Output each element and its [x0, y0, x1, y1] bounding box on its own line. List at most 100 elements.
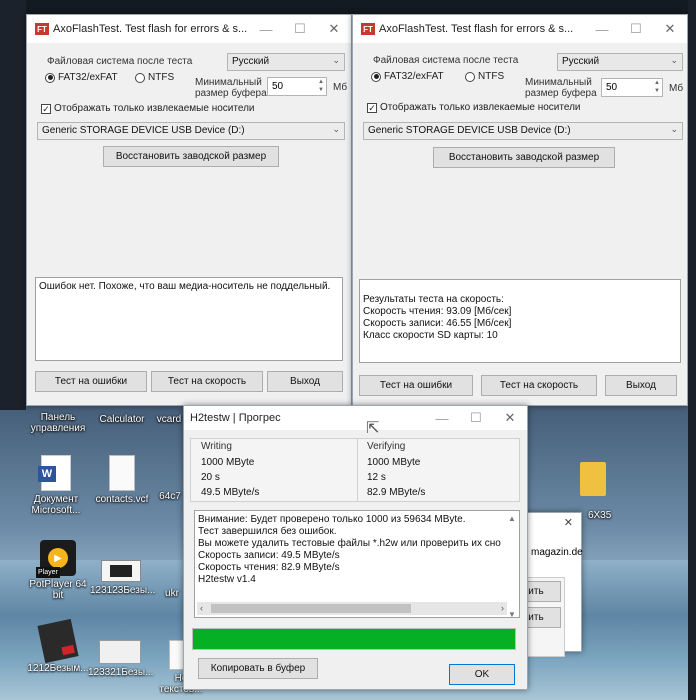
desktop-icon-contacts[interactable]: contacts.vcf [92, 455, 152, 505]
desktop-icon-image-1212[interactable]: 1212Безым... [26, 618, 90, 674]
device-value: Generic STORAGE DEVICE USB Device (D:) [42, 125, 245, 136]
h2testw-window[interactable]: H2testw | Прогрес — ☐ ✕ Writing 1000 MBy… [183, 405, 528, 690]
radio-label: FAT32/exFAT [384, 71, 444, 82]
buffer-value: 50 [606, 82, 618, 93]
desktop-icon-panel[interactable]: Панель управления [28, 412, 88, 434]
desktop-icon-64c7[interactable]: 64c7 [155, 491, 185, 502]
result-log: Результаты теста на скорость: Скорость ч… [359, 279, 681, 363]
radio-checked-icon [45, 72, 55, 83]
desktop-icon-label: PotPlayer 64 bit [29, 579, 87, 601]
folder-icon [580, 462, 606, 496]
test-speed-button[interactable]: Тест на скорость [481, 375, 597, 396]
chevron-down-icon: ⌄ [332, 55, 340, 65]
ok-button[interactable]: OK [449, 664, 515, 685]
radio-label: NTFS [478, 71, 505, 82]
h2testw-log: Внимание: Будет проверено только 1000 из… [194, 510, 520, 618]
mouse-cursor-icon: ⇱ [366, 420, 380, 437]
checkmark-icon: ✓ [41, 103, 51, 114]
radio-ntfs[interactable]: NTFS [135, 72, 174, 83]
minimize-icon[interactable]: — [425, 404, 459, 432]
desktop-icon-image-123123[interactable]: 123123Безы... [90, 560, 156, 596]
restore-size-button[interactable]: Восстановить заводской размер [433, 147, 615, 168]
maximize-icon[interactable]: ☐ [459, 404, 493, 432]
vertical-scrollbar[interactable]: ▲ ▼ [508, 513, 517, 617]
radio-ntfs[interactable]: NTFS [465, 71, 504, 82]
copy-to-clipboard-button[interactable]: Копировать в буфер [198, 658, 318, 679]
radio-fat32[interactable]: FAT32/exFAT [45, 72, 118, 83]
desktop-icon-image-123321[interactable]: 123321Безы... [88, 640, 154, 678]
log-line: Класс скорости SD карты: 10 [363, 330, 498, 341]
log-line: Ошибок нет. Похоже, что ваш медиа-носите… [39, 281, 331, 292]
scroll-right-icon[interactable]: › [501, 602, 504, 614]
buffer-size-stepper[interactable]: 50 ▲ ▼ [601, 78, 663, 97]
radio-checked-icon [371, 71, 381, 82]
desktop-icon-label: Calculator [99, 414, 145, 425]
verifying-speed: 82.9 MByte/s [367, 487, 426, 498]
close-icon[interactable]: ✕ [317, 15, 351, 43]
scrollbar-thumb[interactable] [211, 604, 411, 613]
close-icon[interactable]: ✕ [493, 404, 527, 432]
desktop-icon-ukr[interactable]: ukr [158, 588, 186, 599]
desktop-icon-label: 6X35 [588, 510, 612, 521]
minimize-icon[interactable]: — [249, 15, 283, 43]
log-line: Скорость чтения: 82.9 MByte/s [198, 562, 340, 573]
test-errors-button[interactable]: Тест на ошибки [359, 375, 473, 396]
axoflashtest-window-right[interactable]: FT AxoFlashTest. Test flash for errors &… [352, 14, 688, 406]
window-title: AxoFlashTest. Test flash for errors & s.… [379, 23, 574, 35]
title-bar[interactable]: FT AxoFlashTest. Test flash for errors &… [353, 15, 687, 43]
restore-size-button[interactable]: Восстановить заводской размер [103, 146, 279, 167]
language-select[interactable]: Русский ⌄ [227, 53, 345, 71]
writing-time: 20 s [201, 472, 220, 483]
desktop-icon-label: 64c7 [159, 491, 181, 502]
desktop-icon-potplayer[interactable]: ▶ Player PotPlayer 64 bit [26, 540, 90, 601]
language-value: Русский [232, 56, 270, 67]
desktop-icon-word-doc[interactable]: W Документ Microsoft... [26, 455, 86, 516]
buffer-unit: Мб [669, 83, 684, 94]
radio-fat32[interactable]: FAT32/exFAT [371, 71, 444, 82]
removable-only-checkbox[interactable]: ✓ Отображать только извлекаемые носители [367, 102, 581, 113]
desktop-icon-folder[interactable]: 6X35 [574, 462, 612, 521]
desktop-icon-calculator[interactable]: Calculator [96, 414, 148, 425]
exit-button[interactable]: Выход [267, 371, 343, 392]
maximize-icon[interactable]: ☐ [619, 15, 653, 43]
stepper-arrows-icon[interactable]: ▲ ▼ [318, 78, 324, 94]
exit-button[interactable]: Выход [605, 375, 677, 396]
test-speed-button[interactable]: Тест на скорость [151, 371, 263, 392]
minimize-icon[interactable]: — [585, 15, 619, 43]
image-icon [99, 640, 141, 664]
potplayer-icon: ▶ Player [36, 540, 76, 578]
desktop-icon-label: contacts.vcf [95, 494, 149, 505]
title-bar[interactable]: H2testw | Прогрес — ☐ ✕ [184, 406, 527, 430]
log-line: Скорость записи: 46.55 [Мб/сек] [363, 318, 512, 329]
language-select[interactable]: Русский ⌄ [557, 53, 683, 71]
buffer-size-stepper[interactable]: 50 ▲ ▼ [267, 77, 327, 96]
buffer-unit: Мб [333, 82, 348, 93]
scroll-left-icon[interactable]: ‹ [200, 602, 203, 614]
axoflashtest-window-left[interactable]: FT AxoFlashTest. Test flash for errors &… [26, 14, 352, 406]
verifying-size: 1000 MByte [367, 457, 421, 468]
removable-only-checkbox[interactable]: ✓ Отображать только извлекаемые носители [41, 103, 255, 114]
writing-header: Writing [201, 441, 232, 452]
close-icon[interactable]: ✕ [653, 15, 687, 43]
maximize-icon[interactable]: ☐ [283, 15, 317, 43]
buffer-label-2: размер буфера [525, 88, 597, 99]
desktop-icon-label: 123123Безы... [90, 585, 156, 596]
close-icon[interactable]: ✕ [564, 516, 573, 529]
buffer-value: 50 [272, 81, 284, 92]
app-icon: FT [361, 23, 375, 35]
buffer-label: Минимальный [195, 77, 262, 88]
stepper-arrows-icon[interactable]: ▲ ▼ [654, 79, 660, 95]
app-icon: FT [35, 23, 49, 35]
test-errors-button[interactable]: Тест на ошибки [35, 371, 147, 392]
device-select[interactable]: Generic STORAGE DEVICE USB Device (D:) ⌄ [37, 122, 345, 140]
checkmark-icon: ✓ [367, 102, 377, 113]
desktop-icon-vcard[interactable]: vcard [154, 414, 184, 425]
device-select[interactable]: Generic STORAGE DEVICE USB Device (D:) ⌄ [363, 122, 683, 140]
image-icon [101, 560, 141, 582]
title-bar[interactable]: FT AxoFlashTest. Test flash for errors &… [27, 15, 351, 43]
horizontal-scrollbar[interactable]: ‹ › [197, 602, 507, 615]
desktop-icon-label: Панель управления [30, 412, 86, 434]
language-value: Русский [562, 56, 600, 67]
chevron-down-icon: ⌄ [670, 124, 678, 134]
desktop-icon-label: 123321Безы... [88, 667, 154, 678]
